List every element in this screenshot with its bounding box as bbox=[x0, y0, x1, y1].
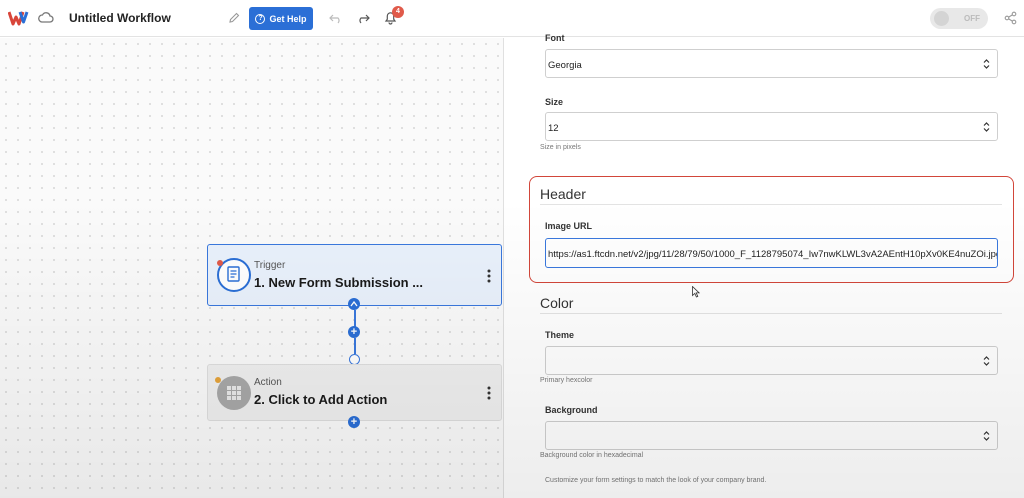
chevron-updown-icon bbox=[983, 59, 990, 69]
cloud-icon[interactable] bbox=[38, 11, 54, 25]
help-icon: ? bbox=[255, 13, 266, 24]
background-select[interactable] bbox=[545, 421, 998, 450]
section-divider bbox=[540, 204, 1002, 205]
header-section-title: Header bbox=[540, 186, 586, 202]
action-node[interactable]: Action 2. Click to Add Action bbox=[207, 364, 502, 421]
kebab-icon[interactable] bbox=[487, 269, 491, 283]
image-url-input[interactable]: https://as1.ftcdn.net/v2/jpg/11/28/79/50… bbox=[545, 238, 998, 268]
size-select[interactable]: 12 bbox=[545, 112, 998, 141]
workflow-toggle[interactable]: OFF bbox=[930, 8, 988, 29]
notification-badge: 4 bbox=[392, 6, 404, 18]
node-merge-handle[interactable] bbox=[348, 298, 360, 310]
get-help-label: Get Help bbox=[269, 13, 307, 24]
action-name: 2. Click to Add Action bbox=[254, 392, 388, 407]
chevron-updown-icon bbox=[983, 431, 990, 441]
size-label: Size bbox=[545, 97, 564, 107]
logo-icon[interactable] bbox=[8, 10, 30, 26]
size-hint: Size in pixels bbox=[540, 144, 581, 151]
trigger-type-label: Trigger bbox=[254, 260, 286, 271]
font-label: Font bbox=[545, 33, 565, 43]
status-dot bbox=[217, 260, 223, 266]
get-help-button[interactable]: ? Get Help bbox=[249, 7, 313, 30]
chevron-updown-icon bbox=[983, 356, 990, 366]
size-value: 12 bbox=[548, 123, 559, 134]
font-select[interactable]: Georgia bbox=[545, 49, 998, 78]
add-step-button[interactable]: + bbox=[348, 326, 360, 338]
action-type-label: Action bbox=[254, 377, 282, 388]
connector-line bbox=[354, 338, 356, 354]
undo-icon[interactable] bbox=[329, 12, 343, 24]
cursor-icon bbox=[692, 286, 700, 298]
theme-label: Theme bbox=[545, 330, 575, 340]
trigger-node[interactable]: Trigger 1. New Form Submission ... bbox=[207, 244, 502, 306]
footer-note: Customize your form settings to match th… bbox=[545, 477, 767, 484]
font-value: Georgia bbox=[548, 60, 582, 71]
workflow-title[interactable]: Untitled Workflow bbox=[69, 11, 171, 25]
background-label: Background bbox=[545, 405, 598, 415]
status-dot bbox=[215, 377, 221, 383]
pencil-icon[interactable] bbox=[228, 12, 240, 24]
add-step-button[interactable]: + bbox=[348, 416, 360, 428]
toggle-label: OFF bbox=[964, 14, 980, 23]
section-divider bbox=[540, 313, 1002, 314]
theme-hint: Primary hexcolor bbox=[540, 377, 593, 384]
trigger-name: 1. New Form Submission ... bbox=[254, 275, 424, 290]
image-url-label: Image URL bbox=[545, 221, 593, 231]
redo-icon[interactable] bbox=[356, 12, 370, 24]
theme-select[interactable] bbox=[545, 346, 998, 375]
kebab-icon[interactable] bbox=[487, 386, 491, 400]
grid-icon bbox=[217, 376, 251, 410]
chevron-updown-icon bbox=[983, 122, 990, 132]
toggle-knob bbox=[934, 11, 949, 26]
share-icon[interactable] bbox=[1004, 11, 1017, 25]
background-hint: Background color in hexadecimal bbox=[540, 452, 644, 459]
color-section-title: Color bbox=[540, 295, 574, 311]
top-bar: Untitled Workflow ? Get Help 4 OFF bbox=[0, 0, 1024, 37]
